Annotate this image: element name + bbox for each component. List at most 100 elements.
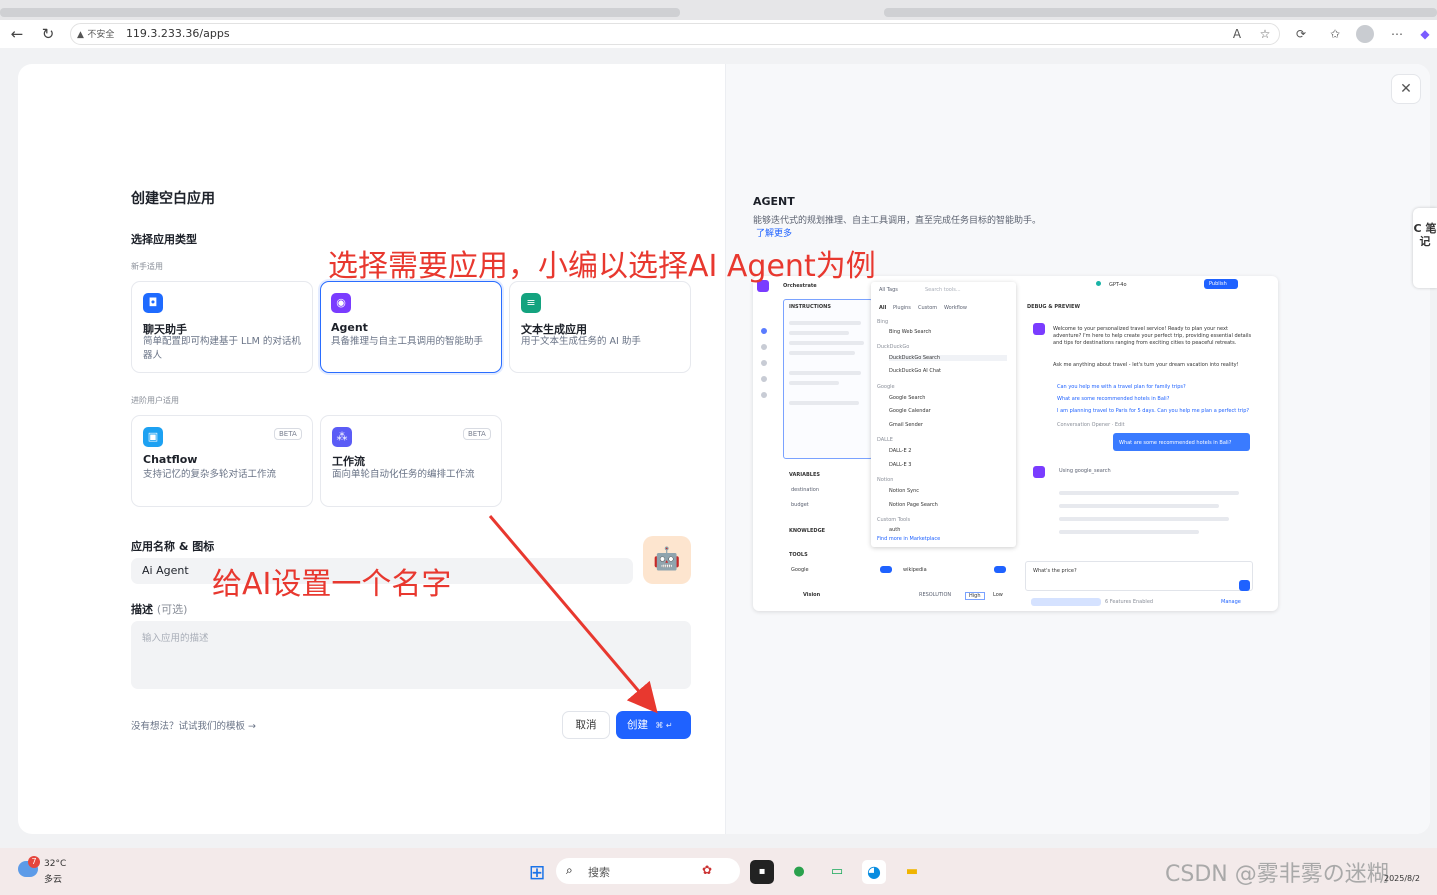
- card-workflow[interactable]: ⁂ BETA 工作流 面向单轮自动化任务的编排工作流: [320, 415, 502, 507]
- extensions-icon[interactable]: ⟳: [1292, 25, 1310, 43]
- description-label: 描述 (可选): [131, 601, 187, 617]
- address-bar[interactable]: ▲ 不安全 119.3.233.36/apps: [70, 23, 1280, 45]
- tool-item: DuckDuckGo AI Chat: [889, 368, 942, 374]
- card-title: 工作流: [332, 455, 365, 468]
- tool-item: DALL-E 2: [889, 448, 912, 454]
- chatflow-icon: ▣: [143, 427, 163, 447]
- tool-item: Google Calendar: [889, 408, 931, 414]
- search-placeholder: 搜索: [588, 866, 610, 879]
- tool-item: Notion Sync: [889, 488, 920, 494]
- bot-avatar: [1033, 323, 1045, 335]
- tool-group: Bing: [877, 319, 889, 325]
- learn-more-link[interactable]: 了解更多: [756, 226, 792, 239]
- tool-tab: Plugins: [893, 305, 911, 311]
- beginner-label: 新手适用: [131, 262, 163, 271]
- card-chatflow[interactable]: ▣ BETA Chatflow 支持记忆的复杂多轮对话工作流: [131, 415, 313, 507]
- chat-input: [1025, 561, 1253, 591]
- description-placeholder: 输入应用的描述: [142, 633, 209, 644]
- card-chat-assistant[interactable]: ◘ 聊天助手 简单配置即可构建基于 LLM 的对话机器人: [131, 281, 313, 373]
- card-desc: 支持记忆的复杂多轮对话工作流: [143, 469, 277, 480]
- app-name-value: Ai Agent: [142, 564, 189, 577]
- card-desc: 用于文本生成任务的 AI 助手: [521, 336, 641, 347]
- search-highlight-icon: ✿: [702, 863, 713, 877]
- screen-app-icon[interactable]: ▭: [825, 860, 849, 884]
- tool-chip: wikipedia: [903, 567, 927, 573]
- card-text-generation[interactable]: ≡ 文本生成应用 用于文本生成任务的 AI 助手: [509, 281, 691, 373]
- vision-label: Vision: [803, 592, 821, 598]
- tool-tab: All: [879, 305, 887, 311]
- description-label-text: 描述: [131, 603, 153, 616]
- beta-badge: BETA: [274, 428, 302, 440]
- card-agent[interactable]: ◉ Agent 具备推理与自主工具调用的智能助手: [320, 281, 502, 373]
- profile-avatar-icon[interactable]: [1356, 25, 1374, 43]
- agent-icon: ◉: [331, 293, 351, 313]
- reload-icon[interactable]: ↻: [38, 24, 58, 44]
- resolution-label: RESOLUTION: [919, 592, 952, 598]
- annotation-select-app: 选择需要应用，小编以选择AI Agent为例: [328, 249, 876, 284]
- advanced-label: 进阶用户适用: [131, 396, 179, 405]
- clock-date: 2025/8/2: [1384, 874, 1420, 883]
- tool-item: Notion Page Search: [889, 502, 938, 508]
- card-desc: 简单配置即可构建基于 LLM 的对话机器人: [143, 336, 301, 361]
- tool-item: DALL-E 3: [889, 462, 912, 468]
- template-link[interactable]: 没有想法？试试我们的模板 →: [131, 718, 256, 732]
- bot-avatar: [1033, 466, 1045, 478]
- browser-tab-strip: [0, 0, 1437, 20]
- tool-item: Bing Web Search: [889, 329, 932, 335]
- knowledge-label: KNOWLEDGE: [789, 528, 826, 534]
- tool-group: DuckDuckGo: [877, 344, 910, 350]
- agent-preview-image: Orchestrate INSTRUCTIONS VARIABLES desti…: [753, 276, 1278, 611]
- more-menu-icon[interactable]: ⋯: [1388, 25, 1406, 43]
- browser-tab[interactable]: [0, 8, 680, 17]
- windows-start-icon[interactable]: ⊞: [525, 860, 549, 884]
- warning-icon: ▲: [77, 30, 84, 40]
- rail-icon: [761, 328, 767, 334]
- task-view-icon[interactable]: ▪: [750, 860, 774, 884]
- model-icon: [1096, 281, 1101, 286]
- tool-item: Google Search: [889, 395, 926, 401]
- find-more-link: Find more in Marketplace: [877, 536, 941, 542]
- tool-chip: Google: [791, 567, 809, 573]
- suggestion: Can you help me with a travel plan for f…: [1057, 384, 1186, 390]
- rail-icon: [761, 376, 767, 382]
- favorite-star-icon[interactable]: ☆: [1256, 25, 1274, 43]
- card-title: Agent: [331, 321, 368, 334]
- close-icon: ✕: [1400, 81, 1412, 97]
- favorites-icon[interactable]: ✩: [1326, 25, 1344, 43]
- optional-tag: (可选): [156, 603, 188, 616]
- edge-browser-icon[interactable]: ◕: [862, 860, 886, 884]
- wechat-icon[interactable]: ●: [787, 860, 811, 884]
- beta-badge: BETA: [463, 428, 491, 440]
- rail-icon: [761, 360, 767, 366]
- insecure-label: 不安全: [87, 30, 115, 40]
- file-explorer-icon[interactable]: ▬: [900, 860, 924, 884]
- create-label: 创建: [627, 719, 648, 731]
- card-title: Chatflow: [143, 453, 198, 466]
- model-name: GPT-4o: [1109, 282, 1127, 288]
- browser-tab[interactable]: [884, 8, 1437, 17]
- read-aloud-icon[interactable]: A: [1228, 25, 1246, 43]
- using-tool: Using google_search: [1059, 468, 1111, 474]
- var-item: destination: [791, 487, 820, 493]
- taskbar-search[interactable]: ⌕ 搜索 ✿: [556, 858, 740, 884]
- opener-text: Conversation Opener · Edit: [1057, 422, 1125, 428]
- weather-badge: 7: [28, 856, 40, 868]
- create-shortcut: ⌘ ↵: [655, 721, 673, 730]
- debug-label: DEBUG & PREVIEW: [1027, 304, 1080, 310]
- url-text: 119.3.233.36/apps: [125, 27, 230, 40]
- tool-item: DuckDuckGo Search: [889, 355, 1007, 361]
- search-icon: ⌕: [566, 863, 573, 877]
- side-note-button[interactable]: C 笔 记: [1413, 208, 1437, 288]
- rail-icon: [761, 392, 767, 398]
- preview-title: AGENT: [753, 195, 795, 208]
- back-icon[interactable]: ←: [7, 24, 27, 44]
- copilot-icon[interactable]: ◆: [1416, 25, 1434, 43]
- browser-toolbar: ← ↻ ▲ 不安全 119.3.233.36/apps A ☆ ⟳ ✩ ⋯ ◆: [0, 20, 1437, 48]
- weather-temp: 32°C: [44, 859, 67, 869]
- manage-link: Manage: [1221, 599, 1241, 605]
- create-button[interactable]: 创建 ⌘ ↵: [616, 711, 691, 739]
- cancel-button[interactable]: 取消: [562, 711, 610, 739]
- app-type-label: 选择应用类型: [131, 233, 197, 246]
- close-button[interactable]: ✕: [1391, 74, 1421, 104]
- tool-search: Search tools...: [925, 287, 961, 293]
